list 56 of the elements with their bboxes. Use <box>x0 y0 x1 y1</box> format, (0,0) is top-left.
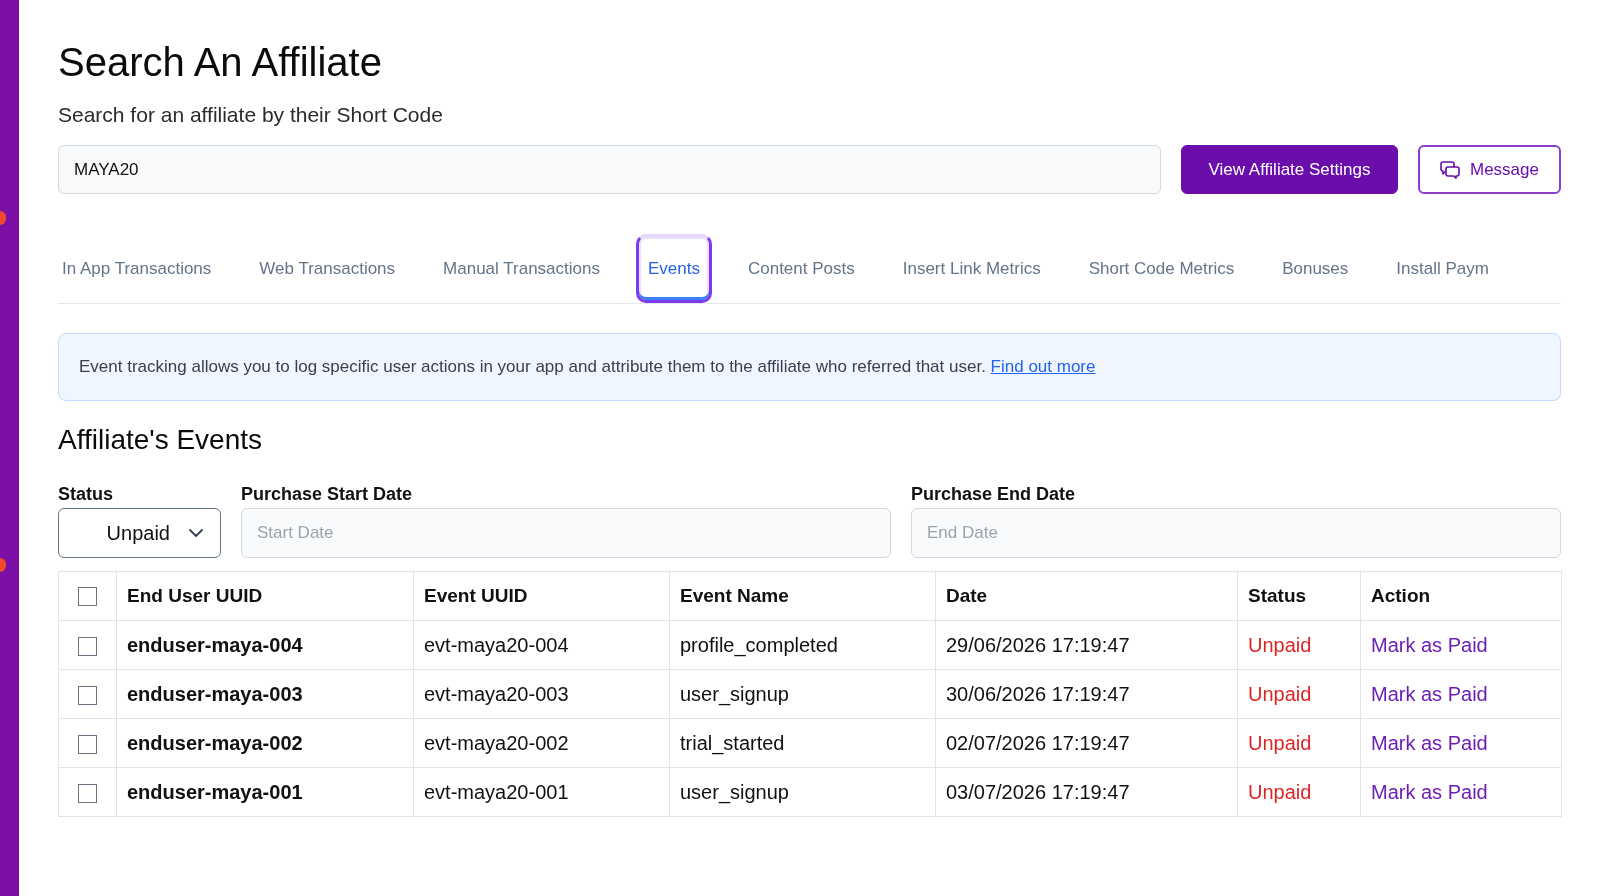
filter-label: Purchase Start Date <box>241 483 414 505</box>
checkbox[interactable] <box>78 734 97 754</box>
column-header: Status <box>1237 571 1361 621</box>
info-text: Event tracking allows you to log specific user actions in your app and attribute them to the affiliate who referred that user. Find out more <box>79 356 1096 378</box>
status-cell: Unpaid <box>1237 718 1361 768</box>
table-cell: enduser-maya-004 <box>116 620 414 670</box>
tab[interactable]: Install Paym <box>1384 234 1501 303</box>
tab[interactable]: In App Transactions <box>50 234 224 303</box>
date-field[interactable]: End Date <box>911 508 1561 558</box>
column-header: Event Name <box>669 571 936 621</box>
column-header: End User UUID <box>116 571 414 621</box>
table-cell: enduser-maya-001 <box>116 767 414 817</box>
tab[interactable]: Manual Transactions <box>431 234 612 303</box>
table-cell: 29/06/2026 17:19:47 <box>935 620 1238 670</box>
checkbox[interactable] <box>78 783 97 803</box>
search-field[interactable]: MAYA20 <box>58 145 1161 194</box>
tab[interactable]: Content Posts <box>735 234 867 303</box>
table-cell: evt-maya20-002 <box>413 718 670 768</box>
status-cell: Unpaid <box>1237 767 1361 817</box>
checkbox[interactable] <box>78 685 97 705</box>
page-subtitle: Search for an affiliate by their Short Code <box>58 102 444 128</box>
status-cell: Unpaid <box>1237 620 1361 670</box>
chat-bubbles-icon <box>1440 160 1460 179</box>
message-button[interactable]: Message <box>1418 145 1561 194</box>
filter-label: Purchase End Date <box>911 483 1077 505</box>
table-cell: trial_started <box>669 718 936 768</box>
column-header: Action <box>1360 571 1562 621</box>
checkbox[interactable] <box>78 636 97 656</box>
page-title: Search An Affiliate <box>58 39 383 86</box>
checkbox[interactable] <box>78 587 97 607</box>
table-cell: evt-maya20-001 <box>413 767 670 817</box>
column-header: Event UUID <box>413 571 670 621</box>
table-cell: evt-maya20-004 <box>413 620 670 670</box>
tab[interactable]: Bonuses <box>1270 234 1361 303</box>
dropdown[interactable]: Unpaid <box>58 508 221 558</box>
table-cell: 03/07/2026 17:19:47 <box>935 767 1238 817</box>
table-cell: enduser-maya-002 <box>116 718 414 768</box>
section-title: Affiliate's Events <box>58 423 264 457</box>
tab[interactable]: Web Transactions <box>247 234 408 303</box>
table-cell: profile_completed <box>669 620 936 670</box>
date-field[interactable]: Start Date <box>241 508 891 558</box>
table-cell: 02/07/2026 17:19:47 <box>935 718 1238 768</box>
find-out-more-link[interactable]: Find out more <box>990 357 1096 376</box>
tab[interactable]: Events <box>635 234 712 303</box>
table-cell: evt-maya20-003 <box>413 669 670 719</box>
table-cell: user_signup <box>669 669 936 719</box>
table-cell: 30/06/2026 17:19:47 <box>935 669 1238 719</box>
tab[interactable]: Insert Link Metrics <box>890 234 1053 303</box>
tab[interactable]: Short Code Metrics <box>1076 234 1247 303</box>
settings-button[interactable]: View Affiliate Settings <box>1181 145 1398 194</box>
chevron-down-icon <box>189 529 203 537</box>
table-cell: enduser-maya-003 <box>116 669 414 719</box>
column-header: Date <box>935 571 1238 621</box>
status-cell: Unpaid <box>1237 669 1361 719</box>
filter-label: Status <box>58 483 114 505</box>
table-cell: user_signup <box>669 767 936 817</box>
